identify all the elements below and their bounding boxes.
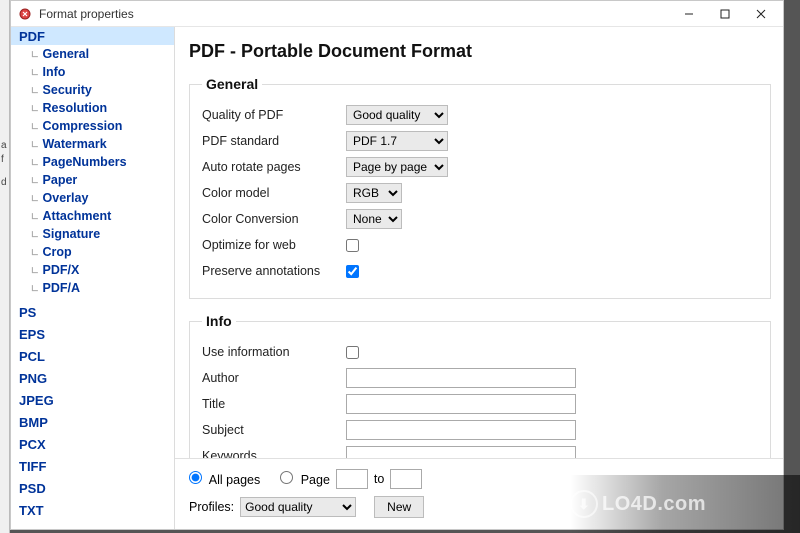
autorotate-label: Auto rotate pages: [202, 160, 346, 174]
standard-label: PDF standard: [202, 134, 346, 148]
allpages-radio-label[interactable]: All pages: [189, 471, 260, 487]
preserve-checkbox[interactable]: [346, 265, 359, 278]
profiles-label: Profiles:: [189, 500, 234, 514]
sidebar-item-ps[interactable]: PS: [11, 303, 174, 321]
sidebar-item-pdf[interactable]: PDF: [11, 27, 174, 45]
profiles-select[interactable]: Good quality: [240, 497, 356, 517]
sidebar-item-compression[interactable]: ∟Compression: [11, 117, 174, 135]
colorconv-label: Color Conversion: [202, 212, 346, 226]
sidebar-item-pcl[interactable]: PCL: [11, 347, 174, 365]
quality-label: Quality of PDF: [202, 108, 346, 122]
optimize-label: Optimize for web: [202, 238, 346, 252]
keywords-label: Keywords: [202, 449, 346, 458]
preserve-label: Preserve annotations: [202, 264, 346, 278]
subject-label: Subject: [202, 423, 346, 437]
standard-select[interactable]: PDF 1.7: [346, 131, 448, 151]
subject-input[interactable]: [346, 420, 576, 440]
sidebar-item-png[interactable]: PNG: [11, 369, 174, 387]
sidebar-item-paper[interactable]: ∟Paper: [11, 171, 174, 189]
sidebar-item-crop[interactable]: ∟Crop: [11, 243, 174, 261]
close-button[interactable]: [743, 2, 779, 26]
sidebar-item-txt[interactable]: TXT: [11, 501, 174, 519]
useinfo-label: Use information: [202, 345, 346, 359]
autorotate-select[interactable]: Page by page: [346, 157, 448, 177]
author-label: Author: [202, 371, 346, 385]
format-properties-window: Format properties PDF∟General∟Info∟Secur…: [10, 0, 784, 530]
page-title: PDF - Portable Document Format: [189, 41, 771, 62]
app-icon: [17, 6, 33, 22]
group-general: General Quality of PDF Good quality PDF …: [189, 76, 771, 299]
window-title: Format properties: [39, 7, 671, 21]
new-profile-button[interactable]: New: [374, 496, 424, 518]
sidebar-item-psd[interactable]: PSD: [11, 479, 174, 497]
allpages-radio[interactable]: [189, 471, 202, 484]
sidebar-item-resolution[interactable]: ∟Resolution: [11, 99, 174, 117]
quality-select[interactable]: Good quality: [346, 105, 448, 125]
sidebar-item-tiff[interactable]: TIFF: [11, 457, 174, 475]
minimize-button[interactable]: [671, 2, 707, 26]
sidebar-item-pdf-a[interactable]: ∟PDF/A: [11, 279, 174, 297]
title-input[interactable]: [346, 394, 576, 414]
sidebar-item-signature[interactable]: ∟Signature: [11, 225, 174, 243]
useinfo-checkbox[interactable]: [346, 346, 359, 359]
sidebar-item-general[interactable]: ∟General: [11, 45, 174, 63]
optimize-checkbox[interactable]: [346, 239, 359, 252]
to-label: to: [374, 472, 384, 486]
sidebar-item-overlay[interactable]: ∟Overlay: [11, 189, 174, 207]
keywords-input[interactable]: [346, 446, 576, 458]
sidebar-item-bmp[interactable]: BMP: [11, 413, 174, 431]
sidebar-item-pagenumbers[interactable]: ∟PageNumbers: [11, 153, 174, 171]
title-label: Title: [202, 397, 346, 411]
page-from-input[interactable]: [336, 469, 368, 489]
sidebar-item-jpeg[interactable]: JPEG: [11, 391, 174, 409]
page-to-input[interactable]: [390, 469, 422, 489]
sidebar-item-security[interactable]: ∟Security: [11, 81, 174, 99]
background-window-edge: a f d: [0, 0, 10, 533]
sidebar: PDF∟General∟Info∟Security∟Resolution∟Com…: [11, 27, 175, 529]
sidebar-item-info[interactable]: ∟Info: [11, 63, 174, 81]
bottom-bar: All pages Page to Profiles: Good quality: [175, 458, 783, 529]
sidebar-item-attachment[interactable]: ∟Attachment: [11, 207, 174, 225]
colormodel-select[interactable]: RGB: [346, 183, 402, 203]
sidebar-item-watermark[interactable]: ∟Watermark: [11, 135, 174, 153]
group-general-legend: General: [202, 76, 262, 92]
sidebar-item-pcx[interactable]: PCX: [11, 435, 174, 453]
group-info-legend: Info: [202, 313, 236, 329]
page-radio-label[interactable]: Page: [280, 471, 330, 487]
colorconv-select[interactable]: None: [346, 209, 402, 229]
main-scroll[interactable]: PDF - Portable Document Format General Q…: [175, 27, 783, 458]
group-info: Info Use information Author Title S: [189, 313, 771, 458]
titlebar: Format properties: [11, 1, 783, 27]
page-radio[interactable]: [280, 471, 293, 484]
sidebar-item-eps[interactable]: EPS: [11, 325, 174, 343]
sidebar-item-pdf-x[interactable]: ∟PDF/X: [11, 261, 174, 279]
colormodel-label: Color model: [202, 186, 346, 200]
maximize-button[interactable]: [707, 2, 743, 26]
author-input[interactable]: [346, 368, 576, 388]
window-body: PDF∟General∟Info∟Security∟Resolution∟Com…: [11, 27, 783, 529]
main-panel: PDF - Portable Document Format General Q…: [175, 27, 783, 529]
